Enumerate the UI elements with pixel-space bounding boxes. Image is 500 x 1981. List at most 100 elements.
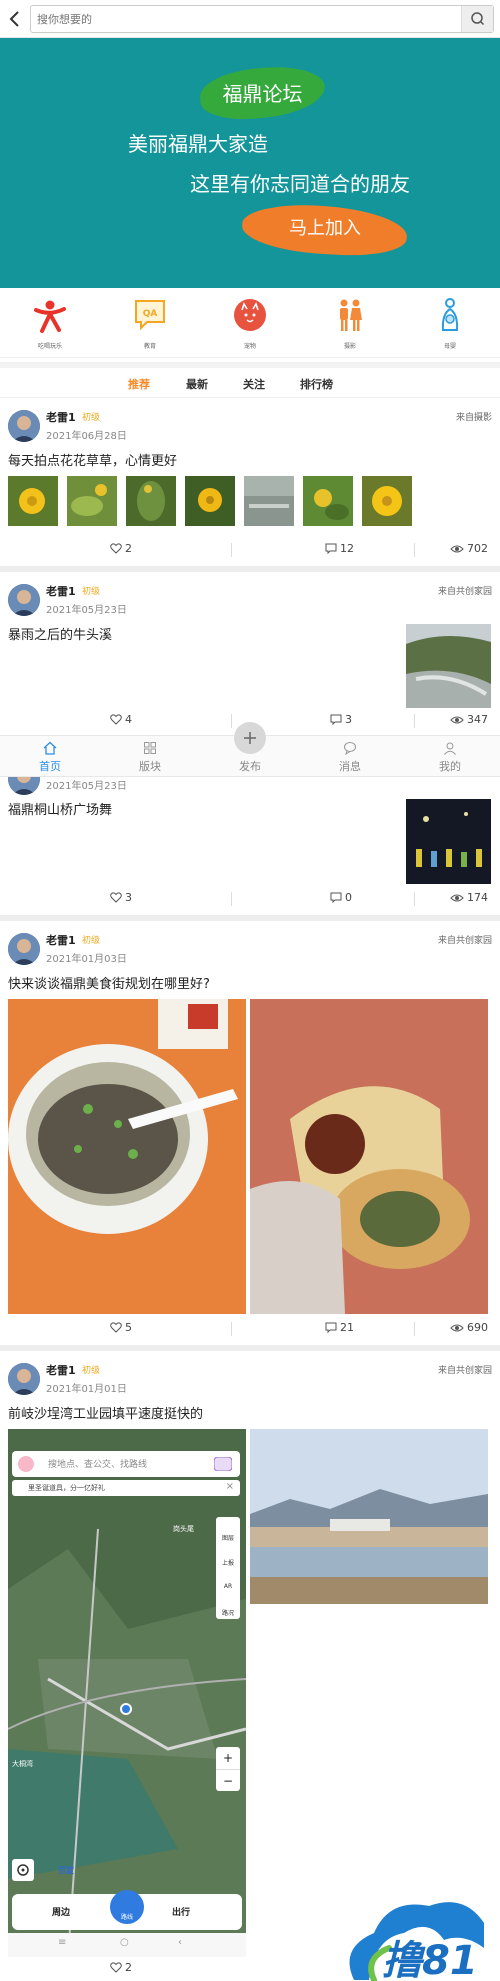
publish-button[interactable]	[234, 722, 266, 754]
map-promo-banner[interactable]: 里圣诞道具，分一亿好礼 ×	[12, 1480, 240, 1496]
comment-count[interactable]: 3	[330, 713, 352, 726]
post-card[interactable]: 老雷1 初级 2021年01月01日 来自共创家园 前岐沙埕湾工业园填平速度挺快…	[0, 1351, 500, 1981]
post-date: 2021年06月28日	[46, 431, 127, 442]
tab-ranking[interactable]: 排行榜	[300, 376, 333, 392]
like-count[interactable]: 3	[110, 891, 132, 904]
post-image[interactable]	[406, 799, 491, 884]
heart-icon	[110, 714, 122, 725]
post-title[interactable]: 暴雨之后的牛头溪	[8, 624, 112, 643]
join-button[interactable]: 马上加入	[250, 214, 400, 244]
banner[interactable]: 福鼎论坛 美丽福鼎大家造 这里有你志同道合的朋友 马上加入	[0, 38, 500, 288]
post-image[interactable]	[67, 476, 117, 526]
post-title[interactable]: 前岐沙埕湾工业园填平速度挺快的	[8, 1403, 203, 1422]
map-bay-label: 大桐湾	[12, 1760, 33, 1768]
avatar[interactable]	[8, 1363, 40, 1395]
back-arrow-icon[interactable]	[6, 9, 26, 29]
like-count[interactable]: 4	[110, 713, 132, 726]
post-image[interactable]	[362, 476, 412, 526]
search-button[interactable]	[461, 6, 493, 32]
comment-count[interactable]: 0	[330, 891, 352, 904]
like-count[interactable]: 2	[110, 1961, 132, 1974]
search-input[interactable]	[31, 6, 461, 32]
nav-messages[interactable]: 消息	[300, 736, 400, 778]
post-card[interactable]: 老雷1 初级 2021年06月28日 来自摄影 每天拍点花花草草，心情更好 2	[0, 398, 500, 566]
post-source[interactable]: 来自摄影	[456, 410, 492, 423]
post-title[interactable]: 福鼎桐山桥广场舞	[8, 799, 112, 818]
banner-slogan-1: 美丽福鼎大家造	[128, 132, 268, 156]
post-image[interactable]	[406, 624, 491, 708]
category-mother-baby[interactable]: 母婴	[400, 288, 500, 357]
zoom-out-button[interactable]: −	[216, 1769, 240, 1791]
heart-icon	[110, 892, 122, 903]
user-icon	[444, 742, 456, 755]
comment-count[interactable]: 12	[325, 542, 354, 555]
map-promo-text: 里圣诞道具，分一亿好礼	[28, 1484, 105, 1492]
post-card[interactable]: 老雷1 初级 2021年01月03日 来自共创家园 快来谈谈福鼎美食街规划在哪里…	[0, 921, 500, 1341]
like-count-value: 4	[125, 713, 132, 726]
avatar[interactable]	[8, 933, 40, 965]
username[interactable]: 老雷1	[46, 409, 76, 425]
map-tool-ar[interactable]: AR	[216, 1567, 240, 1592]
post-card[interactable]: 2021年05月23日 福鼎桐山桥广场舞 3 0 174	[0, 763, 500, 915]
category-education[interactable]: QA 教育	[100, 288, 200, 357]
like-count-value: 2	[125, 1961, 132, 1974]
map-travel-button[interactable]: 出行	[172, 1905, 190, 1918]
post-image[interactable]	[8, 999, 246, 1314]
category-pets[interactable]: 宠物	[200, 288, 300, 357]
like-count[interactable]: 2	[110, 542, 132, 555]
divider	[414, 892, 415, 906]
comment-count[interactable]: 21	[325, 1321, 354, 1334]
nav-sections[interactable]: 版块	[100, 736, 200, 778]
nav-profile[interactable]: 我的	[400, 736, 500, 778]
cat-icon	[234, 299, 266, 331]
like-count[interactable]: 5	[110, 1321, 132, 1334]
back-icon: ‹	[178, 1937, 182, 1948]
map-route-button[interactable]: 路线	[110, 1890, 144, 1924]
post-source[interactable]: 来自共创家园	[438, 584, 492, 597]
comment-count-value: 0	[345, 891, 352, 904]
tab-latest[interactable]: 最新	[186, 376, 208, 392]
tab-following[interactable]: 关注	[243, 376, 265, 392]
post-image[interactable]	[303, 476, 353, 526]
post-title[interactable]: 快来谈谈福鼎美食街规划在哪里好?	[8, 973, 210, 992]
post-image-map-screenshot[interactable]: 搜地点、查公交、找路线 里圣诞道具，分一亿好礼 × 岗头尾 图层 上报 AR 路…	[8, 1429, 246, 1957]
post-image[interactable]	[244, 476, 294, 526]
zoom-in-button[interactable]: +	[216, 1747, 240, 1769]
username[interactable]: 老雷1	[46, 1362, 76, 1378]
map-search-box[interactable]: 搜地点、查公交、找路线	[12, 1451, 240, 1477]
comment-icon	[330, 892, 342, 903]
menu-icon: ≡	[58, 1937, 67, 1948]
post-source[interactable]: 来自共创家园	[438, 1363, 492, 1376]
post-card[interactable]: 老雷1 初级 2021年05月23日 来自共创家园 暴雨之后的牛头溪 4 3 3…	[0, 572, 500, 735]
qa-icon: QA	[135, 300, 165, 331]
map-route-label: 路线	[120, 1914, 133, 1921]
avatar[interactable]	[8, 584, 40, 616]
banner-slogan-2: 这里有你志同道合的朋友	[190, 172, 410, 196]
map-nearby-button[interactable]: 周边	[52, 1905, 70, 1918]
post-title[interactable]: 每天拍点花花草草，心情更好	[8, 450, 177, 469]
post-image[interactable]	[185, 476, 235, 526]
tab-recommend[interactable]: 推荐	[128, 376, 150, 392]
locate-button[interactable]	[12, 1859, 34, 1881]
avatar[interactable]	[8, 410, 40, 442]
nav-home[interactable]: 首页	[0, 736, 100, 778]
category-photography[interactable]: 摄影	[300, 288, 400, 357]
close-icon[interactable]: ×	[226, 1481, 234, 1492]
username[interactable]: 老雷1	[46, 932, 76, 948]
comment-count-value: 21	[340, 1321, 354, 1334]
post-image[interactable]	[250, 1429, 488, 1604]
category-eat-play[interactable]: 吃喝玩乐	[0, 288, 100, 357]
map-tool-report[interactable]: 上报	[216, 1542, 240, 1567]
username[interactable]: 老雷1	[46, 583, 76, 599]
post-source[interactable]: 来自共创家园	[438, 933, 492, 946]
post-image[interactable]	[126, 476, 176, 526]
post-image[interactable]	[8, 476, 58, 526]
view-count-value: 702	[467, 542, 488, 555]
map-tool-layers[interactable]: 图层	[216, 1517, 240, 1542]
post-image[interactable]	[250, 999, 488, 1314]
map-tool-traffic[interactable]: 路况	[216, 1592, 240, 1617]
nav-label: 发布	[239, 760, 261, 773]
divider	[231, 1322, 232, 1336]
view-count-value: 347	[467, 713, 488, 726]
nav-label: 消息	[339, 760, 361, 773]
